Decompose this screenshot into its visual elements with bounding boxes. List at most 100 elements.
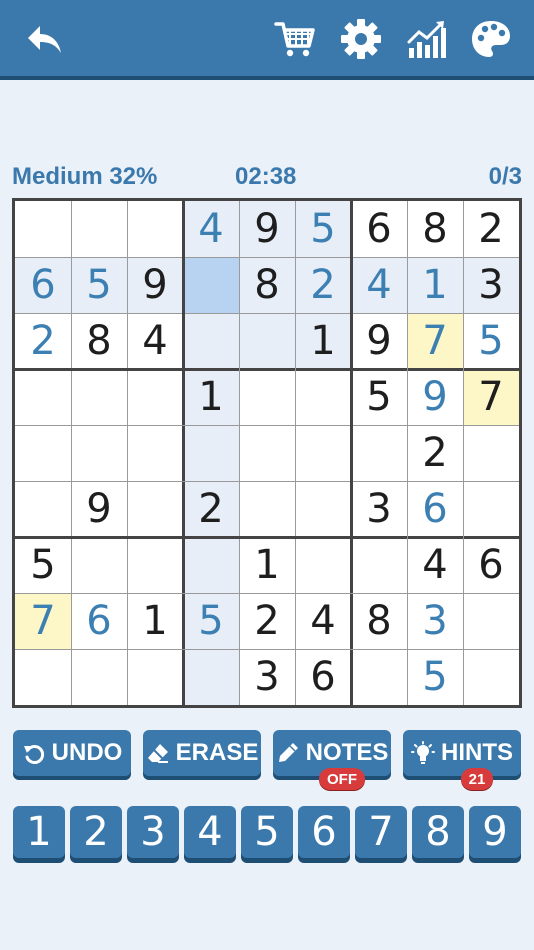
cell-r4c8[interactable]: 9 — [407, 369, 463, 425]
cell-r1c8[interactable]: 8 — [407, 201, 463, 257]
cell-r5c5[interactable] — [239, 425, 295, 481]
number-button-5[interactable]: 5 — [241, 806, 293, 858]
cell-r9c7[interactable] — [351, 649, 407, 705]
cell-r8c7[interactable]: 8 — [351, 593, 407, 649]
cell-r7c8[interactable]: 4 — [407, 537, 463, 593]
cell-r7c7[interactable] — [351, 537, 407, 593]
cell-r8c4[interactable]: 5 — [183, 593, 239, 649]
number-button-8[interactable]: 8 — [412, 806, 464, 858]
cell-r2c6[interactable]: 2 — [295, 257, 351, 313]
cell-r4c3[interactable] — [127, 369, 183, 425]
cell-r6c6[interactable] — [295, 481, 351, 537]
cell-r6c1[interactable] — [15, 481, 71, 537]
cell-r4c7[interactable]: 5 — [351, 369, 407, 425]
cell-r1c7[interactable]: 6 — [351, 201, 407, 257]
cell-r1c9[interactable]: 2 — [463, 201, 519, 257]
cell-r5c2[interactable] — [71, 425, 127, 481]
stats-chart-icon[interactable] — [406, 18, 448, 60]
cell-r1c5[interactable]: 9 — [239, 201, 295, 257]
cell-r7c3[interactable] — [127, 537, 183, 593]
cell-r1c3[interactable] — [127, 201, 183, 257]
cell-r2c4[interactable] — [183, 257, 239, 313]
cell-r2c5[interactable]: 8 — [239, 257, 295, 313]
cell-r3c1[interactable]: 2 — [15, 313, 71, 369]
cell-r2c1[interactable]: 6 — [15, 257, 71, 313]
cell-r8c1[interactable]: 7 — [15, 593, 71, 649]
cell-r7c6[interactable] — [295, 537, 351, 593]
cell-r4c5[interactable] — [239, 369, 295, 425]
cell-r6c4[interactable]: 2 — [183, 481, 239, 537]
grid-line-horizontal — [15, 256, 519, 258]
cell-r3c2[interactable]: 8 — [71, 313, 127, 369]
cell-r7c5[interactable]: 1 — [239, 537, 295, 593]
cell-r9c3[interactable] — [127, 649, 183, 705]
cell-r5c9[interactable] — [463, 425, 519, 481]
cell-r2c2[interactable]: 5 — [71, 257, 127, 313]
gear-icon[interactable] — [340, 18, 382, 60]
cell-r9c2[interactable] — [71, 649, 127, 705]
cell-r6c5[interactable] — [239, 481, 295, 537]
cell-r8c2[interactable]: 6 — [71, 593, 127, 649]
number-button-4[interactable]: 4 — [184, 806, 236, 858]
cell-r2c3[interactable]: 9 — [127, 257, 183, 313]
cell-r9c8[interactable]: 5 — [407, 649, 463, 705]
cell-r3c6[interactable]: 1 — [295, 313, 351, 369]
cell-r9c6[interactable]: 6 — [295, 649, 351, 705]
number-button-2[interactable]: 2 — [70, 806, 122, 858]
cell-r8c9[interactable] — [463, 593, 519, 649]
shopping-cart-icon[interactable] — [274, 18, 316, 60]
cell-r9c4[interactable] — [183, 649, 239, 705]
cell-r4c2[interactable] — [71, 369, 127, 425]
cell-r2c8[interactable]: 1 — [407, 257, 463, 313]
back-arrow-icon[interactable] — [24, 18, 66, 60]
cell-r8c6[interactable]: 4 — [295, 593, 351, 649]
cell-r9c5[interactable]: 3 — [239, 649, 295, 705]
cell-r3c8[interactable]: 7 — [407, 313, 463, 369]
cell-r7c9[interactable]: 6 — [463, 537, 519, 593]
undo-button[interactable]: UNDO — [13, 730, 131, 776]
cell-r3c7[interactable]: 9 — [351, 313, 407, 369]
cell-r5c6[interactable] — [295, 425, 351, 481]
cell-r8c8[interactable]: 3 — [407, 593, 463, 649]
cell-r6c9[interactable] — [463, 481, 519, 537]
cell-r1c1[interactable] — [15, 201, 71, 257]
cell-r8c3[interactable]: 1 — [127, 593, 183, 649]
notes-button[interactable]: NOTES OFF — [273, 730, 391, 790]
cell-r5c8[interactable]: 2 — [407, 425, 463, 481]
cell-r2c9[interactable]: 3 — [463, 257, 519, 313]
cell-r7c1[interactable]: 5 — [15, 537, 71, 593]
cell-r5c3[interactable] — [127, 425, 183, 481]
cell-r5c7[interactable] — [351, 425, 407, 481]
palette-icon[interactable] — [470, 18, 512, 60]
cell-r4c6[interactable] — [295, 369, 351, 425]
cell-r7c4[interactable] — [183, 537, 239, 593]
cell-r8c5[interactable]: 2 — [239, 593, 295, 649]
cell-r3c9[interactable]: 5 — [463, 313, 519, 369]
cell-r6c8[interactable]: 6 — [407, 481, 463, 537]
number-button-9[interactable]: 9 — [469, 806, 521, 858]
cell-r6c7[interactable]: 3 — [351, 481, 407, 537]
cell-r2c7[interactable]: 4 — [351, 257, 407, 313]
cell-r3c5[interactable] — [239, 313, 295, 369]
number-button-7[interactable]: 7 — [355, 806, 407, 858]
cell-r3c4[interactable] — [183, 313, 239, 369]
cell-r5c1[interactable] — [15, 425, 71, 481]
cell-r1c4[interactable]: 4 — [183, 201, 239, 257]
cell-r7c2[interactable] — [71, 537, 127, 593]
cell-r4c9[interactable]: 7 — [463, 369, 519, 425]
cell-r4c4[interactable]: 1 — [183, 369, 239, 425]
cell-r3c3[interactable]: 4 — [127, 313, 183, 369]
cell-r9c1[interactable] — [15, 649, 71, 705]
cell-r6c3[interactable] — [127, 481, 183, 537]
cell-r9c9[interactable] — [463, 649, 519, 705]
number-button-1[interactable]: 1 — [13, 806, 65, 858]
cell-r4c1[interactable] — [15, 369, 71, 425]
number-button-6[interactable]: 6 — [298, 806, 350, 858]
cell-r1c2[interactable] — [71, 201, 127, 257]
cell-r6c2[interactable]: 9 — [71, 481, 127, 537]
number-button-3[interactable]: 3 — [127, 806, 179, 858]
erase-button[interactable]: ERASE — [143, 730, 261, 776]
hints-button[interactable]: HINTS 21 — [403, 730, 521, 790]
cell-r5c4[interactable] — [183, 425, 239, 481]
cell-r1c6[interactable]: 5 — [295, 201, 351, 257]
